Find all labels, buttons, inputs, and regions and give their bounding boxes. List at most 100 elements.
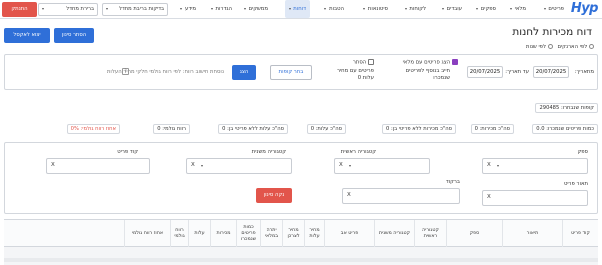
col-cost-price[interactable]: מחיר עלות (304, 220, 324, 248)
clear-icon[interactable]: X (339, 162, 343, 168)
chevron-down-icon (210, 7, 213, 10)
col-main-category[interactable]: קטגוריה ראשית (414, 220, 446, 248)
with-stock-label: הצג פריטים עם מלאי (402, 59, 451, 66)
table-body (4, 247, 598, 265)
branches-selected-value: 290485 (539, 105, 560, 111)
clear-icon[interactable]: X (487, 194, 491, 200)
chevron-down-icon (543, 7, 546, 10)
summary-gross-profit-pct: אחוז רווח גולמי: 0% (66, 124, 120, 134)
clear-icon[interactable]: X (191, 162, 195, 168)
col-parent-item[interactable]: פריט אב (324, 220, 374, 248)
item-desc-label: תאור פריט (563, 181, 588, 187)
from-date-label: מתאריך: (574, 69, 594, 75)
page-title: דוח מכירות לחנות (512, 26, 592, 38)
sub-category-label: קטגוריה משנית (251, 149, 286, 155)
to-date-input[interactable]: 20/07/2025 (467, 66, 503, 78)
clear-icon[interactable]: X (51, 162, 55, 168)
barcode-input[interactable]: X (342, 188, 460, 204)
chevron-down-icon (404, 7, 407, 10)
sub-category-select[interactable]: X (186, 158, 292, 174)
chevron-down-icon (180, 7, 183, 10)
horizontal-scrollbar[interactable] (4, 258, 598, 262)
col-consumer-price[interactable]: מחיר לצרכן (282, 220, 304, 248)
barcode-label: ברקוד (445, 179, 460, 185)
with-stock-checkbox[interactable] (452, 59, 458, 65)
col-gross-profit-pct[interactable]: אחוז רווח גולמי (124, 220, 170, 248)
item-code-label: קוד פריט (117, 149, 138, 155)
to-date-label: עד תאריך: (505, 69, 529, 75)
summary-sales: סה"כ מכירות: 0 (470, 124, 514, 134)
chevron-down-icon (441, 7, 444, 10)
supplier-label: ספק (577, 149, 588, 155)
chevron-down-icon (476, 7, 479, 10)
nav-item-wholesale[interactable]: סיטונאות (363, 0, 388, 18)
chevron-down-icon (42, 8, 44, 10)
export-excel-button[interactable]: יצוא לאקסל (4, 28, 50, 43)
item-code-input[interactable]: X (46, 158, 150, 174)
chevron-down-icon (288, 7, 291, 10)
clear-icon[interactable]: X (347, 192, 351, 198)
nav-item-customers[interactable]: לקוחות (404, 0, 426, 18)
chevron-down-icon (106, 8, 108, 10)
item-desc-input[interactable]: X (482, 190, 588, 206)
view-mode-radios: לפי הארנקים לפי שנות (526, 44, 594, 50)
radio-by-suppliers-label: לפי הארנקים (557, 44, 588, 50)
branches-selected: קופות שנבחרו: 290485 (535, 103, 598, 113)
supplier-select[interactable]: X (482, 158, 588, 174)
summary-items-sold: כמות פריטים שנמכרו: 0.0 (532, 124, 598, 134)
clear-filter-button[interactable]: נקה סינון (256, 188, 292, 203)
nav-item-employees[interactable]: עובדים (441, 0, 462, 18)
clear-icon[interactable]: X (487, 162, 491, 168)
show-button[interactable]: הצג (232, 65, 256, 80)
chevron-down-icon (509, 7, 512, 10)
hyp-logo[interactable]: Hyp (570, 1, 599, 16)
top-navbar: Hyp פריטים מלאי ספקים עובדים לקוחות סיטו… (0, 0, 602, 19)
main-category-label: קטגוריה ראשית (340, 149, 376, 155)
nav-item-suppliers[interactable]: ספקים (476, 0, 496, 18)
summary-cost: סה"כ עלות: 0 (306, 124, 346, 134)
from-date-input[interactable]: 20/07/2025 (533, 66, 569, 78)
radio-by-years-label: לפי שנות (525, 44, 546, 50)
logout-button[interactable]: התנתק (2, 2, 37, 17)
hide-zero-cost-checkbox[interactable] (368, 59, 374, 65)
radio-by-years[interactable] (547, 44, 553, 49)
hide-zero-cost-label: הסתר (352, 59, 367, 66)
logo-text: Hyp (570, 1, 599, 16)
col-stock-balance[interactable]: יתרה במלאי (260, 220, 282, 248)
hide-zero-cost-sublabel: פריטים עם מחיר עלות 0 (336, 68, 374, 81)
chevron-down-icon (201, 165, 203, 167)
chevron-down-icon (497, 165, 499, 167)
col-description[interactable]: תיאור (502, 220, 562, 248)
chevron-down-icon (349, 165, 351, 167)
nav-item-stock[interactable]: מלאי (509, 0, 526, 18)
col-supplier[interactable]: ספק (446, 220, 502, 248)
chevron-down-icon (363, 7, 366, 10)
summary-gross-profit: רווח גולמי: 0 (153, 124, 190, 134)
with-stock-sublabel: חייב בנוסף לפריטים שנמכרו (405, 68, 450, 81)
main-category-select[interactable]: X (334, 158, 430, 174)
summary-cost-no-child: סה"כ עלות ללא פריטי בן: 0 (218, 124, 288, 134)
col-gross-profit[interactable]: רווח גולמי (170, 220, 188, 248)
hide-zero-cost-checkbox-row: הסתר (353, 59, 374, 66)
with-stock-checkbox-row: הצג פריטים עם מלאי (403, 59, 458, 66)
nav-item-interfaces[interactable]: ממשקים (243, 0, 268, 18)
radio-by-suppliers[interactable] (589, 44, 594, 49)
col-qty-sold[interactable]: כמות פריטים שנמכרו (236, 220, 260, 248)
nav-item-settings[interactable]: הגדרות (210, 0, 232, 18)
default-select[interactable]: ברירת מחדל (38, 3, 98, 16)
col-sub-category[interactable]: קטגוריה משנית (374, 220, 414, 248)
table-header: קוד פריט תיאור ספק קטגוריה ראשית קטגוריה… (4, 219, 598, 248)
choose-branches-button[interactable]: בחר קופות (270, 65, 312, 80)
col-cost[interactable]: עלות (188, 220, 210, 248)
chevron-down-icon (243, 7, 246, 10)
nav-item-items[interactable]: פריטים (543, 0, 564, 18)
col-item-code[interactable]: קוד פריט (562, 220, 598, 248)
test-default-select[interactable]: בדיקות בריבת מחדל (102, 3, 168, 16)
info-icon[interactable]: ? (122, 68, 129, 75)
col-sales[interactable]: מכירות (210, 220, 236, 248)
hide-filter-button[interactable]: הסתר סינון (54, 28, 94, 43)
nav-item-benefits[interactable]: הטבות (324, 0, 344, 18)
nav-item-info[interactable]: מידע (180, 0, 196, 18)
nav-item-reports[interactable]: דוחות (284, 0, 310, 18)
chevron-down-icon (324, 7, 327, 10)
